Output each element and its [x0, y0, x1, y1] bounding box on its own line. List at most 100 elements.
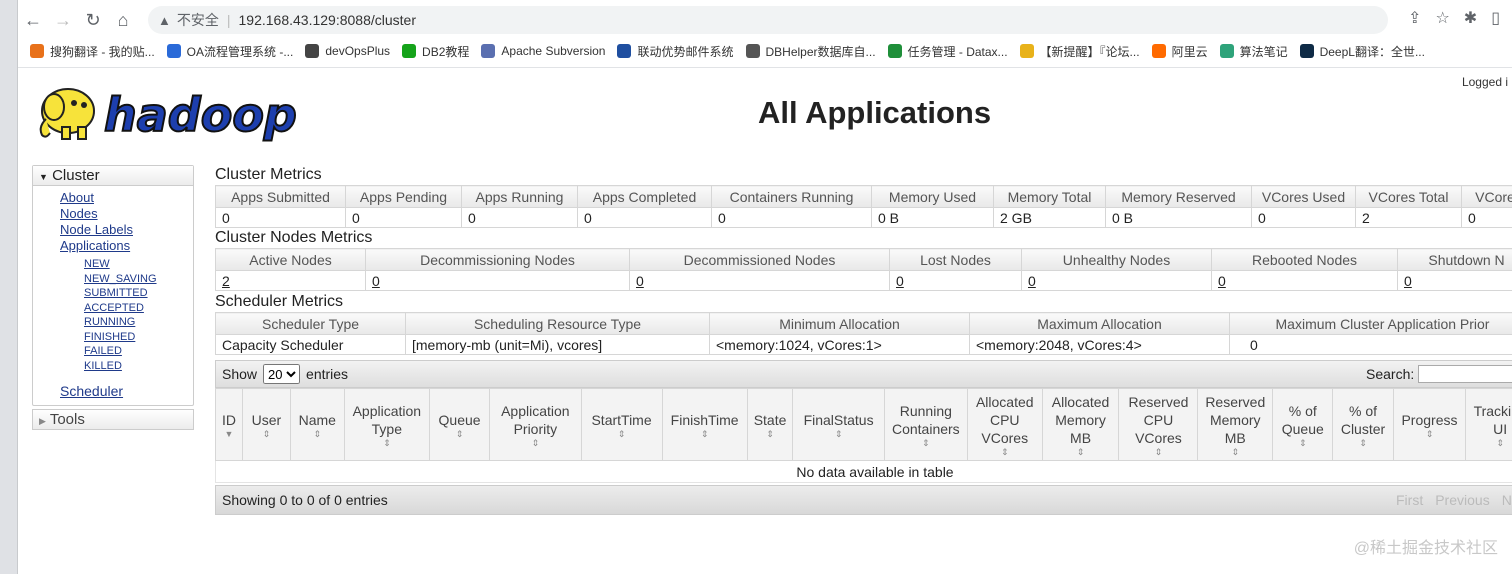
pager-n[interactable]: N: [1502, 492, 1512, 508]
column-header[interactable]: Progress ⇕: [1392, 388, 1467, 461]
bookmark-icon: [1219, 44, 1234, 58]
column-header[interactable]: Queue ⇕: [428, 388, 491, 461]
bookmark-icon: [166, 44, 181, 58]
metrics-value: 0 B: [1105, 207, 1252, 228]
reload-icon[interactable]: ↻: [78, 10, 108, 31]
nav-state-new[interactable]: NEW: [33, 257, 193, 272]
nav-state-new_saving[interactable]: NEW_SAVING: [33, 272, 193, 287]
column-header[interactable]: Application Type ⇕: [343, 388, 430, 461]
column-header[interactable]: State ⇕: [746, 388, 794, 461]
nav-state-killed[interactable]: KILLED: [33, 359, 193, 374]
nav-state-running[interactable]: RUNNING: [33, 315, 193, 330]
bookmark-item[interactable]: 阿里云: [1151, 43, 1208, 60]
bookmark-label: 算法笔记: [1239, 44, 1288, 59]
cluster-nav-header[interactable]: ▼ Cluster: [33, 166, 193, 186]
bookmark-icon: [887, 44, 902, 58]
column-header[interactable]: FinalStatus ⇕: [792, 388, 885, 461]
watermark: @稀土掘金技术社区: [1353, 540, 1498, 557]
page-size-select[interactable]: 20: [263, 364, 301, 384]
metrics-value[interactable]: 0: [1211, 270, 1398, 291]
sort-icon: ⇕: [1231, 446, 1240, 457]
metrics-header-row: Active Nodes Decommissioning Nodes Decommi…: [215, 248, 1512, 271]
bookmark-icon: [1299, 44, 1314, 58]
search-label: Search:: [1366, 366, 1415, 382]
bookmark-item[interactable]: 【新提醒】『论坛...: [1019, 43, 1140, 60]
metrics-value: 0: [711, 207, 872, 228]
column-header[interactable]: Allocated Memory MB ⇕: [1041, 388, 1120, 461]
star-icon[interactable]: ☆: [1435, 8, 1449, 28]
metrics-value: 0: [1229, 334, 1512, 355]
nav-link-applications[interactable]: Applications: [33, 238, 193, 254]
nav-state-accepted[interactable]: ACCEPTED: [33, 301, 193, 316]
metrics-value[interactable]: 0: [889, 270, 1022, 291]
extensions-icon[interactable]: ✱: [1464, 8, 1477, 28]
show-label: Show: [222, 366, 258, 382]
bookmark-label: 搜狗翻译 - 我的贴...: [50, 44, 155, 59]
bookmark-label: devOpsPlus: [325, 44, 391, 58]
bookmark-item[interactable]: DB2教程: [402, 43, 469, 60]
address-bar[interactable]: ▲ 不安全 | 192.168.43.129:8088/cluster: [148, 6, 1388, 34]
column-header[interactable]: Tracking UI⇕: [1465, 388, 1512, 461]
column-header[interactable]: User ⇕: [242, 388, 291, 461]
back-icon[interactable]: ←: [18, 10, 48, 31]
pager-previous[interactable]: Previous: [1435, 492, 1489, 508]
metrics-header: Memory Total: [993, 185, 1106, 208]
column-header[interactable]: FinishTime ⇕: [661, 388, 748, 461]
column-header[interactable]: % of Queue ⇕: [1272, 388, 1334, 461]
nav-state-submitted[interactable]: SUBMITTED: [33, 286, 193, 301]
sidepanel-icon[interactable]: ▯: [1491, 8, 1500, 28]
share-icon[interactable]: ⇪: [1408, 8, 1421, 28]
bookmark-item[interactable]: Apache Subversion: [481, 44, 605, 58]
metrics-value[interactable]: 0: [1021, 270, 1212, 291]
sort-icon: ⇕: [1425, 428, 1434, 439]
column-header[interactable]: Allocated CPU VCores ⇕: [966, 388, 1043, 461]
table-footer: Showing 0 to 0 of 0 entries First Previou…: [215, 485, 1512, 515]
column-label: Tracking UI: [1473, 402, 1512, 437]
sort-icon: ⇕: [1076, 446, 1085, 457]
bookmark-item[interactable]: 搜狗翻译 - 我的贴...: [30, 43, 155, 60]
forward-icon[interactable]: →: [48, 10, 78, 31]
column-header[interactable]: Reserved Memory MB ⇕: [1197, 388, 1274, 461]
nav-link-about[interactable]: About: [33, 190, 193, 206]
bookmark-item[interactable]: devOpsPlus: [305, 44, 390, 58]
metrics-value[interactable]: 0: [629, 270, 890, 291]
caret-down-icon: ▼: [39, 172, 48, 182]
column-header[interactable]: Name ⇕: [289, 388, 345, 461]
metrics-value[interactable]: 0: [365, 270, 630, 291]
home-icon[interactable]: ⌂: [108, 10, 138, 31]
column-header[interactable]: Running Containers ⇕: [883, 388, 968, 461]
metrics-value: 2: [1355, 207, 1462, 228]
bookmark-item[interactable]: 算法笔记: [1219, 43, 1288, 60]
search-input[interactable]: [1418, 365, 1512, 383]
metrics-header: Apps Completed: [577, 185, 712, 208]
bookmark-item[interactable]: DeepL翻译：全世...: [1299, 43, 1425, 60]
metrics-value[interactable]: 0: [1397, 270, 1512, 291]
bookmark-label: 任务管理 - Datax...: [907, 44, 1008, 59]
metrics-header: Memory Used: [871, 185, 994, 208]
nav-link-node-labels[interactable]: Node Labels: [33, 222, 193, 238]
sort-icon: ⇕: [1154, 446, 1163, 457]
entries-label: entries: [306, 366, 349, 382]
nav-state-finished[interactable]: FINISHED: [33, 330, 193, 345]
column-header[interactable]: ID ▼: [215, 388, 243, 461]
bookmark-item[interactable]: OA流程管理系统 -...: [166, 43, 293, 60]
column-label: Reserved Memory MB: [1205, 393, 1266, 446]
bookmark-item[interactable]: 联动优势邮件系统: [617, 43, 734, 60]
column-label: Running Containers: [891, 402, 960, 437]
nav-link-scheduler[interactable]: Scheduler: [33, 383, 193, 399]
metrics-value[interactable]: 2: [215, 270, 366, 291]
column-header[interactable]: StartTime ⇕: [580, 388, 663, 461]
bookmark-item[interactable]: DBHelper数据库自...: [745, 43, 876, 60]
bookmark-item[interactable]: 任务管理 - Datax...: [887, 43, 1008, 60]
column-header[interactable]: % of Cluster ⇕: [1332, 388, 1394, 461]
column-header[interactable]: Application Priority ⇕: [489, 388, 582, 461]
nav-state-failed[interactable]: FAILED: [33, 344, 193, 359]
cluster-metrics-table: Apps Submitted Apps Pending Apps Running Ap…: [215, 185, 1512, 228]
tools-nav[interactable]: ▶ Tools: [32, 409, 194, 430]
cluster-nav: ▼ Cluster About Nodes Node Labels Applicati…: [32, 165, 194, 406]
pager-first[interactable]: First: [1396, 492, 1423, 508]
bookmark-icon: [617, 44, 632, 58]
column-header[interactable]: Reserved CPU VCores ⇕: [1118, 388, 1199, 461]
metrics-value: 0: [1251, 207, 1356, 228]
nav-link-nodes[interactable]: Nodes: [33, 206, 193, 222]
